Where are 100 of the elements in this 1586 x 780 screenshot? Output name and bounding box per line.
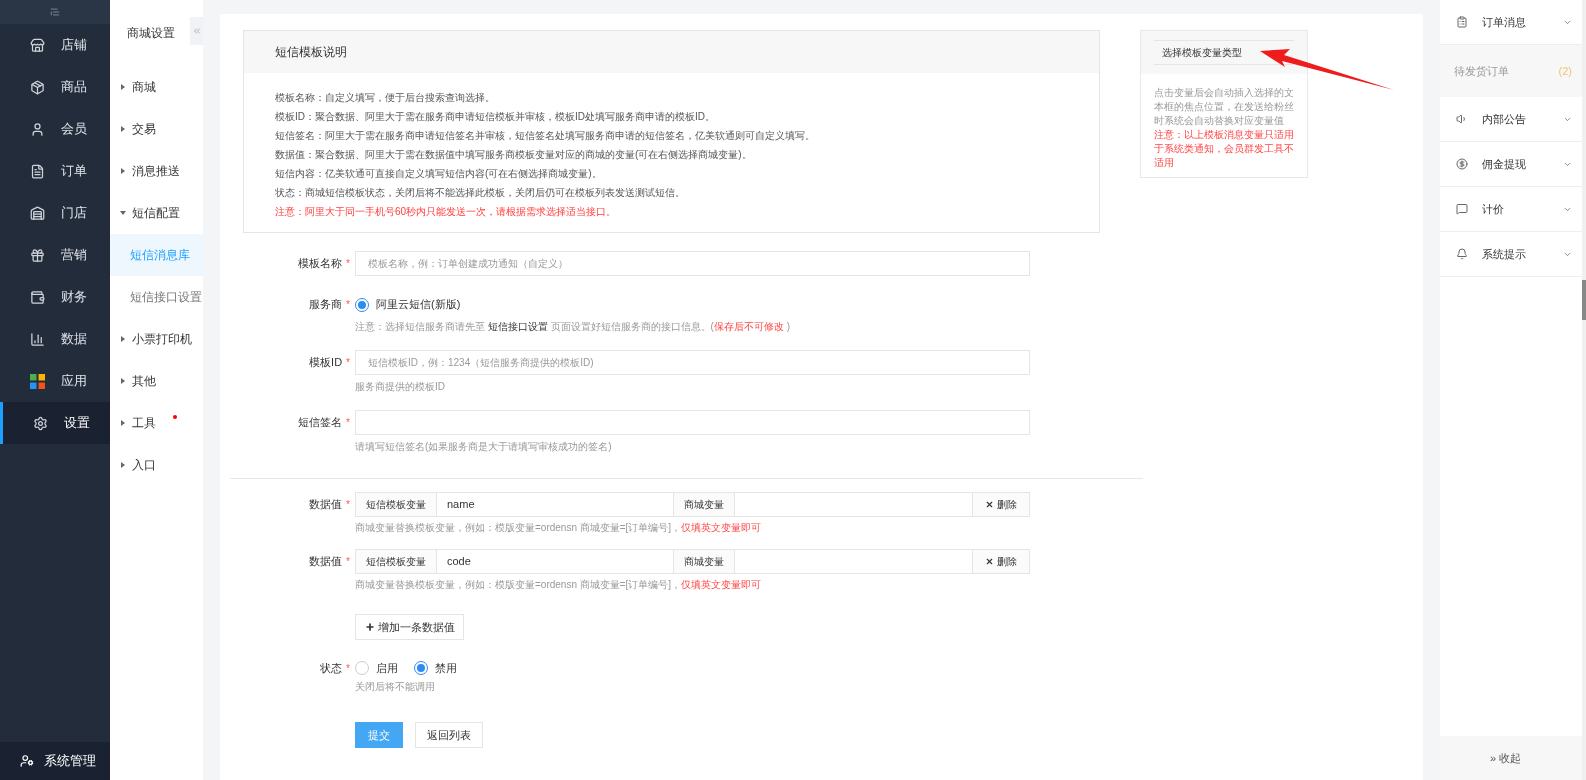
sidebar-item[interactable]: 财务: [0, 276, 110, 318]
count-text: (2): [1558, 63, 1572, 79]
sidebar-item[interactable]: 店铺: [0, 24, 110, 66]
nav-icon: [30, 247, 45, 263]
help-text: 关闭后将不能调用: [355, 680, 436, 694]
mall-variable-input[interactable]: [735, 549, 972, 574]
input-addon: 商城变量: [673, 549, 735, 574]
apps-icon: [30, 373, 45, 389]
subnav-item[interactable]: 消息推送: [110, 150, 203, 192]
admin-icon: [20, 754, 34, 768]
nav-icon: [30, 289, 45, 305]
nav-icon: [30, 163, 45, 179]
field-label: 模板ID: [309, 355, 343, 371]
template-variable-input[interactable]: code: [437, 549, 673, 574]
subnav-item[interactable]: 入口: [110, 444, 203, 486]
radio-label: 阿里云短信(新版): [376, 297, 461, 313]
collapse-link[interactable]: » 收起: [1440, 736, 1582, 780]
nav-icon: [30, 331, 45, 347]
subnav-item[interactable]: 交易: [110, 108, 203, 150]
caret-right-icon: [120, 420, 126, 426]
caret-right-icon: [120, 378, 126, 384]
close-icon: [985, 500, 994, 509]
radio-button[interactable]: [355, 661, 369, 675]
info-line: 模板名称：自定义填写，便于后台搜索查询选择。: [275, 91, 496, 105]
subnav-item[interactable]: 工具: [110, 402, 203, 444]
sidebar-item[interactable]: 商品: [0, 66, 110, 108]
variable-warning: 注意：以上模板消息变量只适用于系统类通知，会员群发工具不适用: [1154, 128, 1294, 170]
field-label: 数据值: [309, 554, 343, 570]
note-text: 注意：选择短信服务商请先至 短信接口设置 页面设置好短信服务商的接口信息。(保存后不可修改 ): [355, 320, 790, 334]
required-mark: *: [346, 356, 350, 370]
nav-icon: [30, 79, 45, 95]
subnav-item[interactable]: 其他: [110, 360, 203, 402]
caret-down-icon: [120, 210, 126, 216]
sidebar-item[interactable]: 应用: [0, 360, 110, 402]
text-input[interactable]: 模板名称，例：订单创建成功通知（自定义）: [355, 251, 1030, 276]
field-label: 短信签名: [298, 415, 343, 431]
variable-type-select[interactable]: 选择模板变量类型: [1154, 40, 1294, 65]
info-line: 数据值：聚合数据、阿里大于需在数据值中填写服务商模板变量对应的商城的变量(可在右侧选择商城变量)。: [275, 148, 753, 162]
variable-description: 点击变量后会自动插入选择的文本框的焦点位置，在发送给粉丝时系统会自动替换对应变量值: [1154, 86, 1294, 128]
subnav-subitem[interactable]: 短信接口设置: [110, 276, 203, 318]
close-icon: [985, 557, 994, 566]
caret-right-icon: [120, 336, 126, 342]
sidebar-item[interactable]: 门店: [0, 192, 110, 234]
plus-icon: [364, 622, 375, 632]
subnav-item[interactable]: 商城: [110, 66, 203, 108]
info-line: 注意：阿里大于同一手机号60秒内只能发送一次，请根据需求选择适当接口。: [275, 205, 618, 219]
help-text: 请填写短信签名(如果服务商是大于请填写审核成功的签名): [355, 440, 613, 454]
nav-icon: [30, 37, 45, 53]
help-text: 商城变量替换模板变量，例如：模版变量=ordensn 商城变量=[订单编号]，仅填英文变量即可: [355, 578, 763, 592]
field-label: 模板名称: [298, 256, 343, 272]
double-chevron-icon: [191, 26, 202, 36]
section-icon: [1456, 113, 1468, 125]
sidebar-item[interactable]: 设置: [0, 402, 110, 444]
info-line: 短信内容：亿美软通可直接自定义填写短信内容(可在右侧选择商城变量)。: [275, 167, 603, 181]
help-text: 服务商提供的模板ID: [355, 380, 446, 394]
subnav-item[interactable]: 短信配置: [110, 192, 203, 234]
field-label: 服务商: [309, 297, 343, 313]
nav-icon: [30, 121, 45, 137]
subnav-item[interactable]: 小票打印机: [110, 318, 203, 360]
caret-right-icon: [120, 126, 126, 132]
caret-right-icon: [120, 84, 126, 90]
field-label: 数据值: [309, 497, 343, 513]
menu-icon[interactable]: [50, 7, 60, 17]
collapse-button[interactable]: [190, 17, 203, 45]
radio-label: 启用: [376, 660, 398, 676]
subnav-title: 商城设置: [127, 25, 176, 42]
nav-icon: [30, 205, 45, 221]
add-data-value-button[interactable]: 增加一条数据值: [355, 614, 464, 640]
system-management-item[interactable]: 系统管理: [0, 742, 110, 780]
nav-icon: [33, 415, 48, 431]
radio-label: 禁用: [435, 660, 457, 676]
input-addon: 商城变量: [673, 492, 735, 517]
template-variable-input[interactable]: name: [437, 492, 673, 517]
help-text: 商城变量替换模板变量，例如：模版变量=ordensn 商城变量=[订单编号]，仅填英文变量即可: [355, 521, 763, 535]
required-mark: *: [346, 555, 350, 569]
back-button[interactable]: 返回列表: [415, 722, 483, 748]
sidebar-item[interactable]: 数据: [0, 318, 110, 360]
section-icon: [1456, 16, 1468, 28]
caret-right-icon: [120, 462, 126, 468]
sidebar-item[interactable]: 营销: [0, 234, 110, 276]
section-icon: [1456, 158, 1468, 170]
info-line: 短信签名：阿里大于需在服务商申请短信签名并审核，短信签名处填写服务商申请的短信签名，亿美软通则可自定义填写。: [275, 129, 816, 143]
section-icon: [1456, 203, 1468, 215]
sidebar-item[interactable]: 会员: [0, 108, 110, 150]
field-label: 状态: [320, 660, 343, 676]
required-mark: *: [346, 298, 350, 312]
text-input[interactable]: [355, 410, 1030, 435]
input-addon: 短信模板变量: [355, 549, 437, 574]
required-mark: *: [346, 257, 350, 271]
required-mark: *: [346, 416, 350, 430]
delete-button[interactable]: 删除: [972, 492, 1030, 517]
info-box-title: 短信模板说明: [275, 44, 347, 61]
required-mark: *: [346, 661, 350, 676]
sidebar-item[interactable]: 订单: [0, 150, 110, 192]
input-addon: 短信模板变量: [355, 492, 437, 517]
required-mark: *: [346, 498, 350, 512]
mall-variable-input[interactable]: [735, 492, 972, 517]
delete-button[interactable]: 删除: [972, 549, 1030, 574]
section-icon: [1456, 248, 1468, 260]
text-input[interactable]: 短信模板ID，例：1234（短信服务商提供的模板ID): [355, 350, 1030, 375]
